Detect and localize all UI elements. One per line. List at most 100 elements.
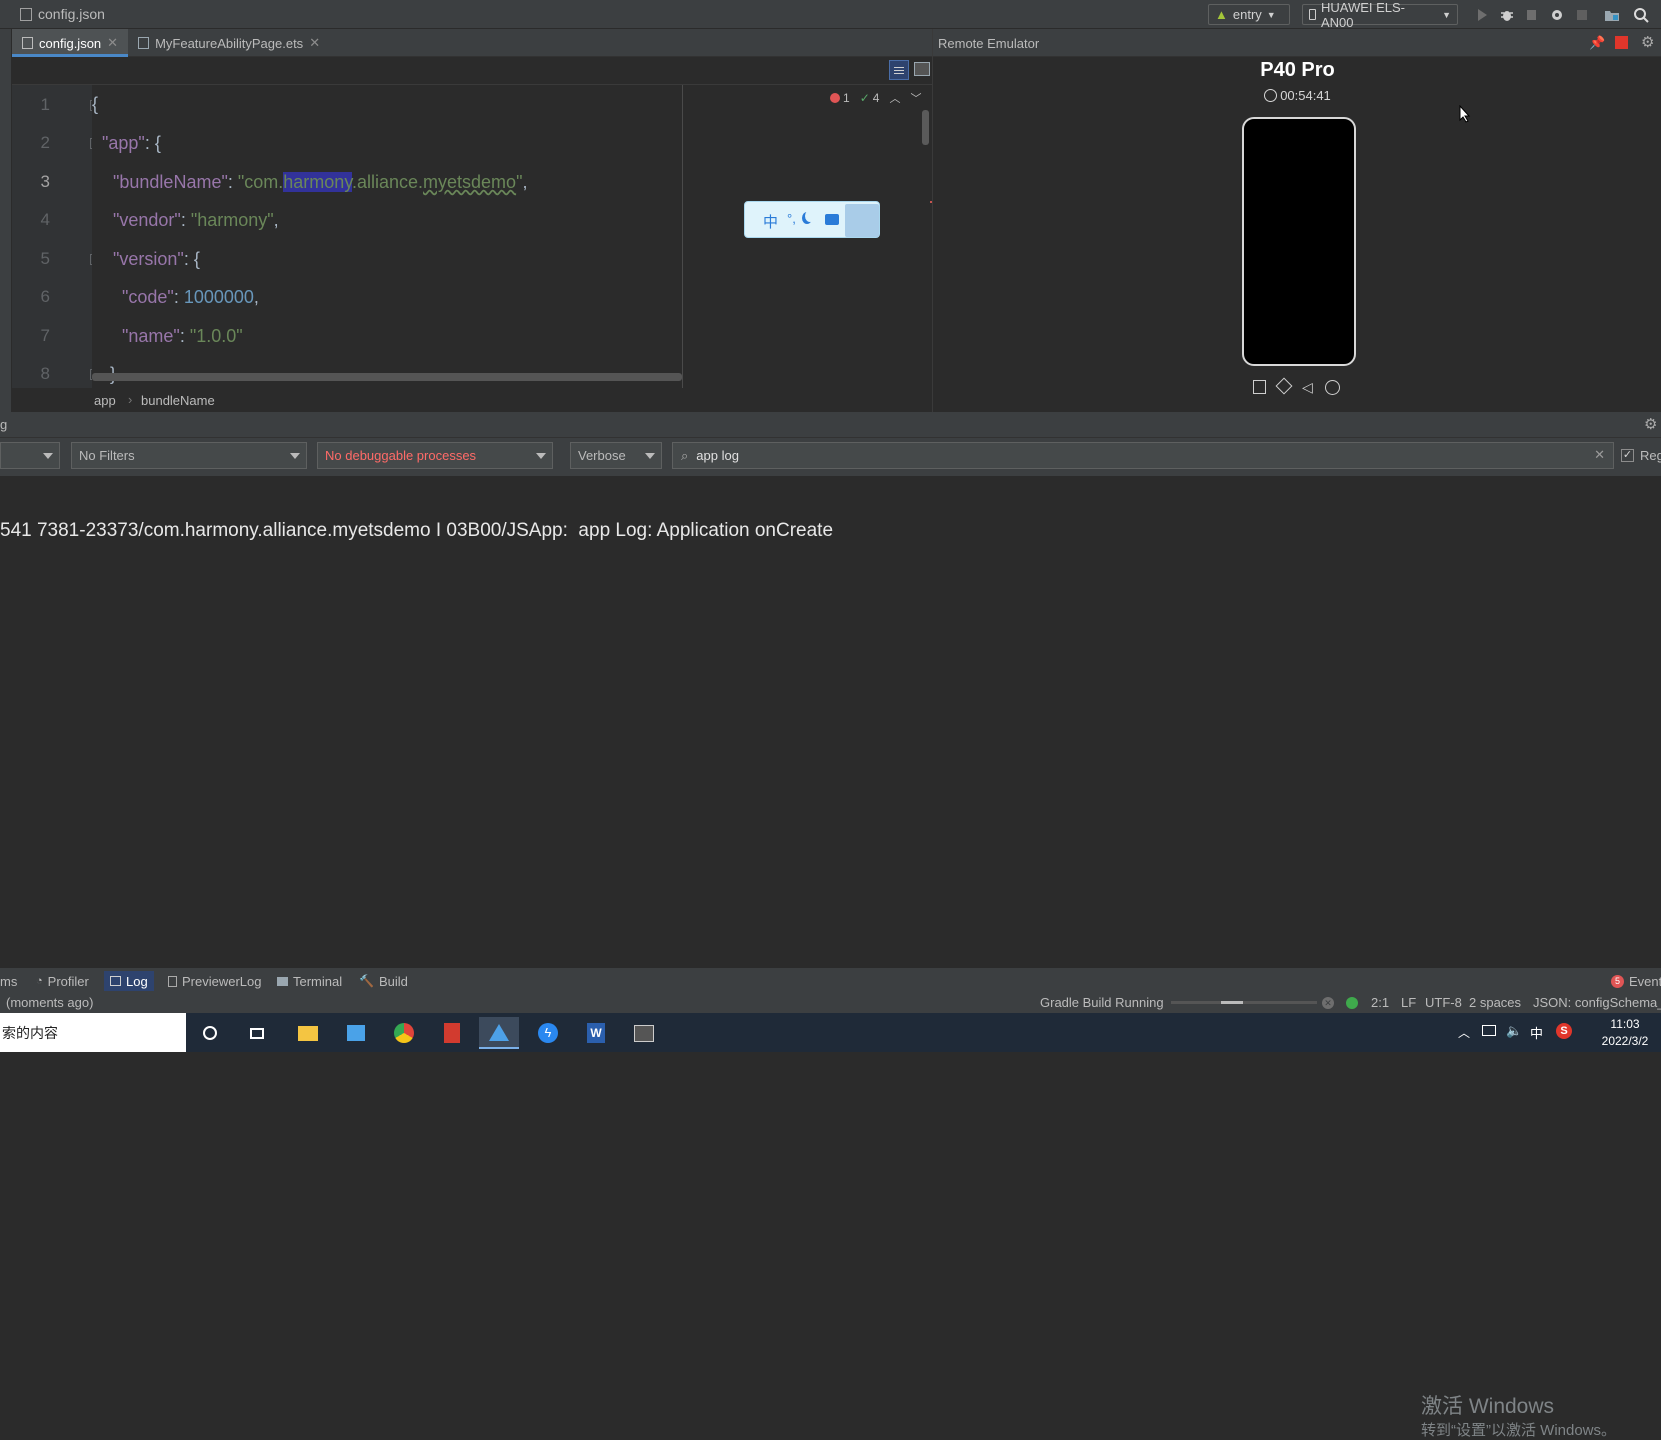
status-message[interactable]: (moments ago) bbox=[6, 995, 93, 1010]
debug-icon[interactable] bbox=[1499, 7, 1515, 23]
gear-icon[interactable]: ⚙ bbox=[1644, 415, 1657, 433]
tab-profiler[interactable]: ◔ Profiler bbox=[30, 971, 95, 991]
tab-problems[interactable]: ms bbox=[0, 971, 23, 991]
json-punct: : bbox=[180, 210, 191, 230]
file-explorer-icon[interactable] bbox=[288, 1017, 328, 1049]
project-tool-strip[interactable] bbox=[0, 29, 12, 412]
tab-previewerlog[interactable]: PreviewerLog bbox=[162, 971, 268, 991]
stop-emulator-icon[interactable] bbox=[1615, 36, 1628, 49]
android-icon: ▲ bbox=[1215, 7, 1228, 22]
process-select[interactable]: No debuggable processes bbox=[317, 442, 553, 469]
ime-punct-icon[interactable]: °, bbox=[787, 211, 796, 226]
stop-icon[interactable] bbox=[1574, 7, 1590, 23]
pin-icon[interactable]: 📌 bbox=[1589, 35, 1605, 51]
vertical-scrollbar[interactable] bbox=[922, 110, 929, 145]
indent-setting[interactable]: 2 spaces bbox=[1469, 995, 1521, 1010]
sogou-ime-icon[interactable]: S bbox=[1556, 1023, 1572, 1039]
tab-event-log[interactable]: 5 Event bbox=[1605, 971, 1661, 991]
file-encoding[interactable]: UTF-8 bbox=[1425, 995, 1462, 1010]
logcat-header: g ⚙ bbox=[0, 412, 1661, 438]
tab-terminal[interactable]: Terminal bbox=[271, 971, 348, 991]
json-schema[interactable]: JSON: configSchema_ bbox=[1533, 995, 1661, 1010]
tab-build[interactable]: 🔨 Build bbox=[353, 971, 414, 991]
profiler-icon[interactable] bbox=[1549, 7, 1565, 23]
warning-count[interactable]: ✓ 4 bbox=[860, 91, 880, 105]
cancel-build-icon[interactable]: ✕ bbox=[1322, 997, 1334, 1009]
text-view-icon[interactable] bbox=[889, 60, 909, 80]
inspection-widget[interactable]: 1 ✓ 4 ︿ ﹀ bbox=[830, 90, 921, 106]
attach-debugger-icon[interactable] bbox=[1524, 7, 1540, 23]
close-icon[interactable]: ✕ bbox=[309, 35, 320, 51]
store-icon[interactable] bbox=[336, 1017, 376, 1049]
tab-label: ms bbox=[0, 973, 18, 989]
thunder-icon[interactable]: ϟ bbox=[528, 1017, 568, 1049]
close-icon[interactable]: ✕ bbox=[107, 35, 118, 51]
code-editor[interactable]: { "app": { "bundleName": "com.harmony.al… bbox=[92, 85, 682, 388]
pdf-reader-icon[interactable] bbox=[432, 1017, 472, 1049]
volume-icon[interactable]: 🔈 bbox=[1506, 1023, 1522, 1039]
gear-icon[interactable]: ⚙ bbox=[1641, 33, 1654, 51]
taskbar-clock[interactable]: 11:03 2022/3/2 bbox=[1590, 1016, 1660, 1050]
breadcrumb-item-bundlename[interactable]: bundleName bbox=[141, 393, 215, 408]
horizontal-scrollbar[interactable] bbox=[92, 373, 682, 381]
tab-config-json[interactable]: config.json ✕ bbox=[12, 29, 129, 57]
recorder-icon[interactable] bbox=[624, 1017, 664, 1049]
ime-indicator[interactable]: 中 bbox=[1530, 1023, 1543, 1042]
tab-log[interactable]: Log bbox=[104, 971, 154, 991]
image-view-icon[interactable] bbox=[914, 62, 930, 76]
run-config-select[interactable]: ▲ entry ▼ bbox=[1208, 4, 1290, 25]
json-string: "1.0.0" bbox=[189, 326, 243, 346]
next-highlight-icon[interactable]: ﹀ bbox=[910, 90, 921, 106]
device-select[interactable]: HUAWEI ELS-AN00 ▼ bbox=[1302, 0, 1458, 30]
run-icon[interactable] bbox=[1474, 7, 1490, 23]
json-string: "com. bbox=[237, 172, 284, 192]
clear-icon[interactable]: ✕ bbox=[1594, 447, 1605, 463]
home-icon[interactable] bbox=[1324, 380, 1340, 395]
network-icon[interactable] bbox=[1482, 1025, 1496, 1036]
cursor-position[interactable]: 2:1 bbox=[1371, 995, 1389, 1010]
ime-decoration-icon bbox=[845, 204, 879, 237]
device-filter-select[interactable] bbox=[0, 442, 60, 469]
json-punct: : { bbox=[183, 249, 200, 269]
rotate-landscape-icon[interactable] bbox=[1275, 377, 1293, 395]
logcat-filters: No Filters No debuggable processes Verbo… bbox=[0, 438, 1661, 476]
breadcrumb-item-app[interactable]: app bbox=[94, 393, 116, 408]
build-progress-bar bbox=[1171, 1001, 1317, 1004]
emulator-header: Remote Emulator 📌 ⚙ bbox=[933, 29, 1661, 57]
title-file[interactable]: config.json bbox=[38, 6, 105, 22]
back-icon[interactable]: ◁ bbox=[1302, 380, 1313, 395]
clock-time: 11:03 bbox=[1610, 1017, 1640, 1031]
taskbar-search-box[interactable]: 索的内容 bbox=[0, 1013, 186, 1052]
filter-select[interactable]: No Filters bbox=[71, 442, 307, 469]
search-icon[interactable] bbox=[1633, 7, 1649, 23]
build-progress-fill bbox=[1221, 1001, 1243, 1004]
word-icon[interactable]: W bbox=[576, 1017, 616, 1049]
project-structure-icon[interactable] bbox=[1604, 7, 1620, 23]
deveco-studio-icon[interactable] bbox=[479, 1017, 519, 1049]
line-number: 6 bbox=[40, 287, 50, 306]
log-search-input[interactable]: ⌕ app log ✕ bbox=[672, 442, 1614, 469]
tray-expand-icon[interactable]: ︿ bbox=[1458, 1024, 1470, 1041]
device-label: HUAWEI ELS-AN00 bbox=[1320, 0, 1406, 30]
error-count[interactable]: 1 bbox=[830, 91, 850, 105]
profiler-icon: ◔ bbox=[36, 975, 43, 987]
chevron-down-icon: ▼ bbox=[1266, 9, 1276, 20]
rotate-icon[interactable] bbox=[1253, 380, 1266, 394]
ime-skin-icon[interactable] bbox=[825, 214, 839, 225]
ime-moon-icon[interactable] bbox=[805, 210, 815, 222]
regex-checkbox[interactable]: ✓ bbox=[1621, 449, 1634, 462]
line-gutter: 1 2 3 4 5 6 7 8 bbox=[12, 85, 101, 388]
task-view-icon[interactable] bbox=[237, 1017, 277, 1049]
line-separator[interactable]: LF bbox=[1401, 995, 1416, 1010]
tool-window-tabs: ms ◔ Profiler Log PreviewerLog Terminal 🔨… bbox=[0, 968, 1661, 994]
gradle-status[interactable]: Gradle Build Running bbox=[1040, 995, 1164, 1010]
phone-screen[interactable] bbox=[1242, 117, 1356, 366]
tab-myfeatureabilitypage[interactable]: MyFeatureAbilityPage.ets ✕ bbox=[128, 29, 330, 57]
cortana-icon[interactable] bbox=[190, 1017, 230, 1049]
previous-highlight-icon[interactable]: ︿ bbox=[889, 90, 900, 106]
logcat-output[interactable]: 541 7381-23373/com.harmony.alliance.myet… bbox=[0, 476, 1661, 1439]
log-level-select[interactable]: Verbose bbox=[570, 442, 662, 469]
ime-chinese-mode-icon[interactable]: 中 bbox=[763, 211, 778, 232]
ime-floating-toolbar[interactable]: 中 °, bbox=[744, 201, 880, 238]
chrome-icon[interactable] bbox=[384, 1017, 424, 1049]
